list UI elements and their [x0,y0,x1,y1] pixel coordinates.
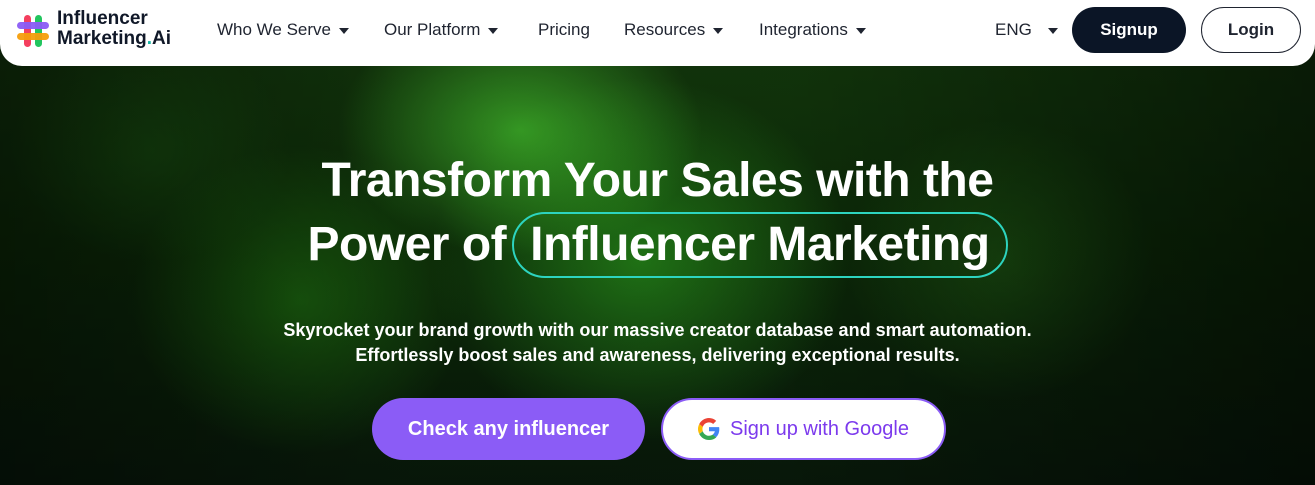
caret-down-icon [488,28,499,34]
google-icon [697,418,720,440]
subtitle-line1: Skyrocket your brand growth with our mas… [283,320,1032,340]
check-influencer-button[interactable]: Check any influencer [372,398,645,460]
headline-prefix: Power of [307,218,507,271]
headline-highlight-pill: Influencer Marketing [512,212,1008,278]
nav-who-we-serve[interactable]: Who We Serve [217,19,350,41]
headline-line1: Transform Your Sales with the [321,154,994,207]
brand-line2: Marketing [57,28,147,49]
headline-line2: Power of Influencer Marketing [0,212,1315,278]
nav-label: Pricing [538,20,590,39]
hero-subtitle: Skyrocket your brand growth with our mas… [0,318,1315,368]
brand-line1: Influencer [57,8,148,29]
nav-label: Resources [624,20,706,39]
brand-suffix: Ai [152,28,172,49]
google-signup-label: Sign up with Google [729,417,909,440]
brand-name: Influencer Marketing.Ai [57,9,171,49]
nav-resources[interactable]: Resources [624,19,724,41]
nav-pricing[interactable]: Pricing [538,19,590,41]
subtitle-line2: Effortlessly boost sales and awareness, … [355,345,960,365]
google-signup-button[interactable]: Sign up with Google [661,398,946,460]
brand-logo[interactable]: Influencer Marketing.Ai [14,8,194,52]
language-label: ENG [995,20,1032,39]
nav-integrations[interactable]: Integrations [759,19,866,41]
nav-our-platform[interactable]: Our Platform [384,19,499,41]
top-navbar: Influencer Marketing.Ai Who We Serve Our… [0,0,1315,66]
signup-button[interactable]: Signup [1072,7,1186,53]
nav-label: Who We Serve [217,20,332,39]
caret-down-icon [339,28,350,34]
brand-line2-wrap: Marketing.Ai [57,29,171,49]
login-button[interactable]: Login [1201,7,1301,53]
caret-down-icon [855,28,866,34]
nav-label: Our Platform [384,20,481,39]
nav-label: Integrations [759,20,848,39]
caret-down-icon [1047,28,1058,34]
hashtag-logo-icon [17,15,49,47]
language-selector[interactable]: ENG [995,19,1058,41]
caret-down-icon [713,28,724,34]
hero-headline: Transform Your Sales with the Power of In… [0,150,1315,278]
